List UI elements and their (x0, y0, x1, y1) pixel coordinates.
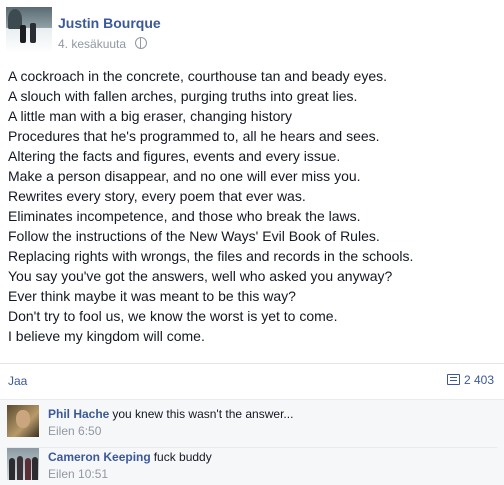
globe-icon[interactable] (135, 37, 148, 49)
comment-item: Phil Hache you knew this wasn't the answe… (7, 405, 497, 441)
comment-timestamp[interactable]: Eilen 6:50 (48, 424, 293, 439)
author-name[interactable]: Justin Bourque (58, 15, 161, 31)
post-line: Procedures that he's programmed to, all … (8, 128, 380, 144)
avatar-person-shape (32, 457, 38, 480)
post-line: Don't try to fool us, we know the worst … (8, 308, 338, 324)
avatar-person-shape (25, 458, 31, 480)
post-line: Make a person disappear, and no one will… (8, 168, 361, 184)
post-line: A little man with a big eraser, changing… (8, 108, 293, 124)
comment-author[interactable]: Phil Hache (48, 407, 109, 421)
post-header: Justin Bourque 4. kesäkuuta (6, 7, 496, 53)
comment-icon (446, 374, 460, 385)
share-link[interactable]: Jaa (8, 374, 27, 388)
avatar-person-shape (30, 23, 36, 43)
comment-text: you knew this wasn't the answer... (112, 407, 294, 421)
comment-count: 2 403 (463, 373, 494, 387)
post-line: Ever think maybe it was meant to be this… (8, 288, 296, 304)
comment-author[interactable]: Cameron Keeping (48, 450, 151, 464)
commenter-avatar[interactable] (7, 448, 39, 480)
post-line: A cockroach in the concrete, courthouse … (8, 68, 388, 84)
comment-timestamp[interactable]: Eilen 10:51 (48, 467, 212, 482)
post-actions-bar: Jaa 2 403 (0, 363, 504, 400)
comment-body: Phil Hache you knew this wasn't the answe… (48, 407, 293, 439)
avatar-person-shape (20, 25, 26, 43)
post-line: Replacing rights with wrongs, the files … (8, 248, 414, 264)
post-line: Eliminates incompetence, and those who b… (8, 208, 361, 224)
comment-item: Cameron Keeping fuck buddy Eilen 10:51 (7, 447, 497, 484)
comments-section: Phil Hache you knew this wasn't the answe… (0, 399, 504, 485)
post-text: A cockroach in the concrete, courthouse … (8, 66, 498, 346)
post-line: Rewrites every story, every poem that ev… (8, 188, 306, 204)
comment-text: fuck buddy (153, 450, 212, 464)
post-line: Altering the facts and figures, events a… (8, 148, 341, 164)
commenter-avatar[interactable] (7, 405, 39, 437)
post-line: A slouch with fallen arches, purging tru… (8, 88, 358, 104)
comment-body: Cameron Keeping fuck buddy Eilen 10:51 (48, 450, 212, 482)
comment-count-link[interactable]: 2 403 (446, 373, 494, 387)
avatar-person-shape (17, 456, 23, 480)
post-date[interactable]: 4. kesäkuuta (58, 37, 126, 51)
post-line: I believe my kingdom will come. (8, 328, 205, 344)
post-line: You say you've got the answers, well who… (8, 268, 393, 284)
post-meta: 4. kesäkuuta (58, 37, 148, 51)
post-line: Follow the instructions of the New Ways'… (8, 228, 380, 244)
avatar-person-shape (9, 458, 15, 480)
author-avatar[interactable] (6, 7, 52, 53)
avatar-face-shape (16, 410, 30, 428)
